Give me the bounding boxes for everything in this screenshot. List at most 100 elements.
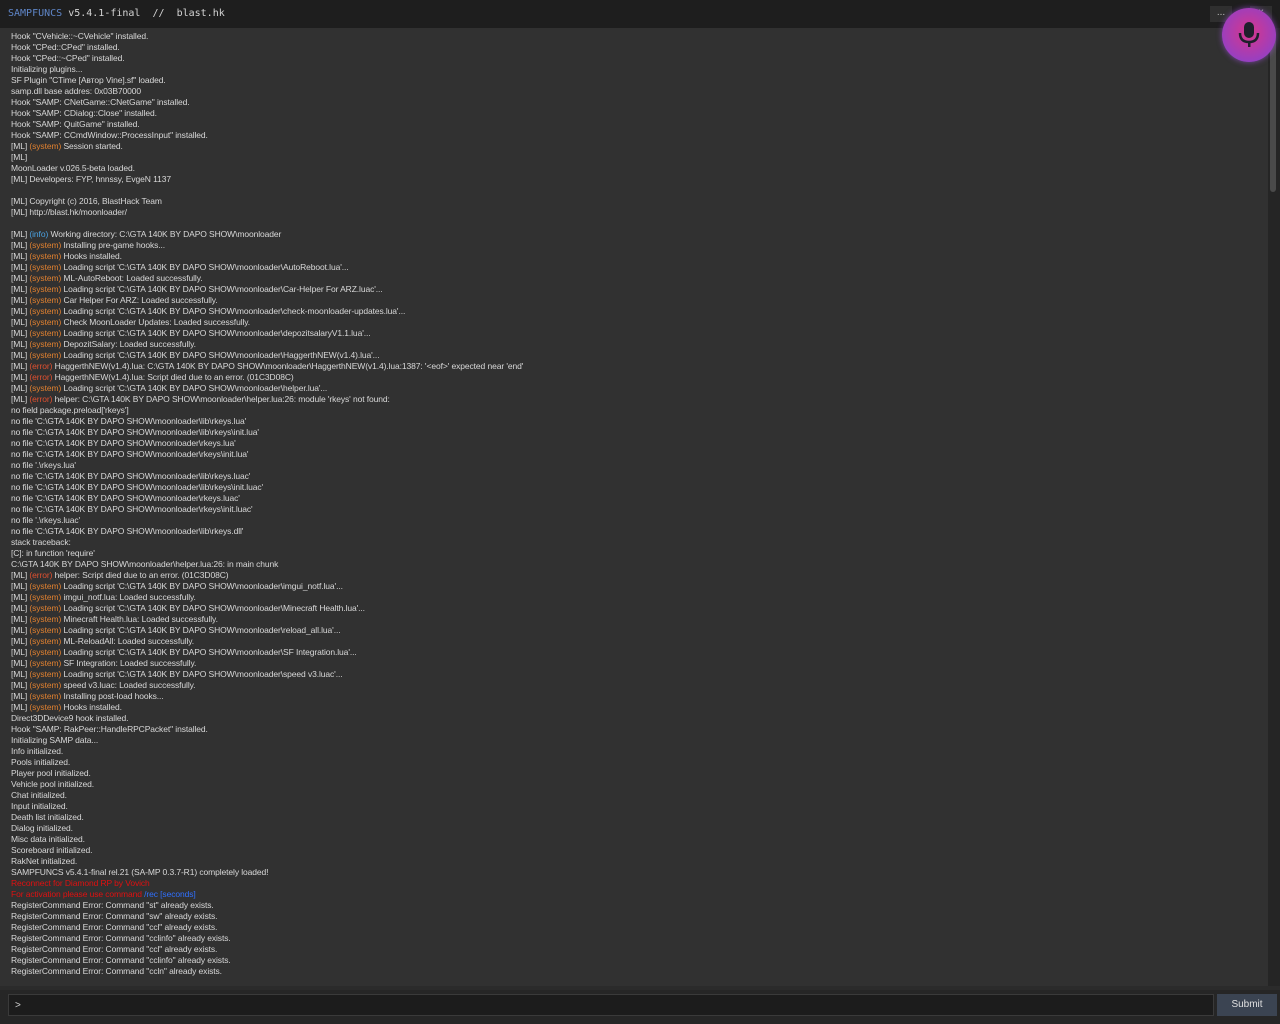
console-line: [ML] (error) HaggerthNEW(v1.4).lua: C:\G… <box>11 361 523 372</box>
console-line: [ML] (error) HaggerthNEW(v1.4).lua: Scri… <box>11 372 523 383</box>
console-text: Check MoonLoader Updates: Loaded success… <box>61 317 251 327</box>
console-text: /rec [seconds] <box>144 889 196 899</box>
console-text: Hook "SAMP: CDialog::Close" installed. <box>11 108 157 118</box>
console-text: DepozitSalary: Loaded successfully. <box>61 339 196 349</box>
console-line: [ML] (system) ML-AutoReboot: Loaded succ… <box>11 273 523 284</box>
console-text: Loading script 'C:\GTA 140K BY DAPO SHOW… <box>61 603 365 613</box>
console-text: RegisterCommand Error: Command "cclinfo"… <box>11 955 231 965</box>
console-line: [ML] (system) Check MoonLoader Updates: … <box>11 317 523 328</box>
console-text: [ML] <box>11 570 30 580</box>
console-text: [ML] <box>11 306 30 316</box>
console-text: Input initialized. <box>11 801 68 811</box>
command-input[interactable]: > <box>8 994 1214 1016</box>
console-text: (info) <box>29 229 49 239</box>
console-line: [ML] (system) Loading script 'C:\GTA 140… <box>11 647 523 658</box>
console-text: (error) <box>29 394 53 404</box>
console-text: (error) <box>29 361 53 371</box>
console-text: no file 'C:\GTA 140K BY DAPO SHOW\moonlo… <box>11 526 244 536</box>
console-text: [ML] <box>11 317 30 327</box>
console-text: no file '.\rkeys.luac' <box>11 515 81 525</box>
console-text: [ML] <box>11 603 30 613</box>
console-line: no file 'C:\GTA 140K BY DAPO SHOW\moonlo… <box>11 427 523 438</box>
console-text: [ML] <box>11 394 30 404</box>
console-text: (system) <box>29 669 62 679</box>
console-text: (system) <box>29 625 62 635</box>
console-text: [ML] <box>11 636 30 646</box>
console-text: [ML] Copyright (c) 2016, BlastHack Team <box>11 196 162 206</box>
console-text: RegisterCommand Error: Command "ccln" al… <box>11 966 222 976</box>
console-text: Loading script 'C:\GTA 140K BY DAPO SHOW… <box>61 581 343 591</box>
console-line: [ML] Developers: FYP, hnnssy, EvgeN 1137 <box>11 174 523 185</box>
console-text: Misc data initialized. <box>11 834 85 844</box>
console-text: [ML] <box>11 229 30 239</box>
console-line: [ML] (system) imgui_notf.lua: Loaded suc… <box>11 592 523 603</box>
console-text: Initializing SAMP data... <box>11 735 99 745</box>
console-text: no file 'C:\GTA 140K BY DAPO SHOW\moonlo… <box>11 438 236 448</box>
console-line: C:\GTA 140K BY DAPO SHOW\moonloader\help… <box>11 559 523 570</box>
console-line: [ML] (system) Loading script 'C:\GTA 140… <box>11 625 523 636</box>
console-text: [ML] <box>11 691 30 701</box>
console-text: Chat initialized. <box>11 790 67 800</box>
console-text: no file 'C:\GTA 140K BY DAPO SHOW\moonlo… <box>11 504 253 514</box>
console-text: [ML] <box>11 240 30 250</box>
console-line: no file 'C:\GTA 140K BY DAPO SHOW\moonlo… <box>11 526 523 537</box>
console-line: [ML] Copyright (c) 2016, BlastHack Team <box>11 196 523 207</box>
console-text: (system) <box>29 702 62 712</box>
console-text: Loading script 'C:\GTA 140K BY DAPO SHOW… <box>61 383 328 393</box>
console-line: RegisterCommand Error: Command "ccl" alr… <box>11 944 523 955</box>
console-text: [ML] <box>11 625 30 635</box>
microphone-button[interactable] <box>1222 8 1276 62</box>
console-text: (system) <box>29 592 62 602</box>
console-scrollbar[interactable] <box>1268 28 1280 986</box>
console-text: (system) <box>29 240 62 250</box>
console-text: [ML] <box>11 295 30 305</box>
console-text: For activation please use command <box>11 889 145 899</box>
console-text: Hook "CPed::CPed" installed. <box>11 42 120 52</box>
console-line: [C]: in function 'require' <box>11 548 523 559</box>
console-text: Reconnect for Diamond RP by Vovich <box>11 878 150 888</box>
console-text: Loading script 'C:\GTA 140K BY DAPO SHOW… <box>61 647 357 657</box>
console-line: Vehicle pool initialized. <box>11 779 523 790</box>
console-text: [ML] <box>11 647 30 657</box>
console-text: Loading script 'C:\GTA 140K BY DAPO SHOW… <box>61 262 349 272</box>
console-text: helper: C:\GTA 140K BY DAPO SHOW\moonloa… <box>52 394 390 404</box>
submit-button[interactable]: Submit <box>1217 994 1277 1016</box>
window-title: SAMPFUNCS v5.4.1-final // blast.hk <box>8 8 225 19</box>
console-text: Loading script 'C:\GTA 140K BY DAPO SHOW… <box>61 625 341 635</box>
console-text: Loading script 'C:\GTA 140K BY DAPO SHOW… <box>61 328 371 338</box>
console-text: no field package.preload['rkeys'] <box>11 405 129 415</box>
console-line: MoonLoader v.026.5-beta loaded. <box>11 163 523 174</box>
console-text: (system) <box>29 647 62 657</box>
console-text: [C]: in function 'require' <box>11 548 95 558</box>
console-line: [ML] (system) Loading script 'C:\GTA 140… <box>11 603 523 614</box>
console-text: (system) <box>29 273 62 283</box>
console-text: HaggerthNEW(v1.4).lua: Script died due t… <box>52 372 294 382</box>
console-text: RegisterCommand Error: Command "ccl" alr… <box>11 944 218 954</box>
console-text: Initializing plugins... <box>11 64 83 74</box>
scrollbar-thumb[interactable] <box>1270 32 1276 192</box>
console-line: Reconnect for Diamond RP by Vovich <box>11 878 523 889</box>
console-text: HaggerthNEW(v1.4).lua: C:\GTA 140K BY DA… <box>52 361 524 371</box>
console-text: Session started. <box>61 141 123 151</box>
console-text: [ML] <box>11 284 30 294</box>
console-text: [ML] <box>11 350 30 360</box>
console-line: Hook "SAMP: CDialog::Close" installed. <box>11 108 523 119</box>
console-text: (system) <box>29 317 62 327</box>
console-line: [ML] (system) Loading script 'C:\GTA 140… <box>11 383 523 394</box>
console-text: [ML] <box>11 251 30 261</box>
console-line: For activation please use command /rec [… <box>11 889 523 900</box>
console-text: Pools initialized. <box>11 757 71 767</box>
console-output: Hook "CVehicle::~CVehicle" installed. Hoo… <box>0 28 1268 986</box>
console-line: SF Plugin "CTime [Автор Vine].sf" loaded… <box>11 75 523 86</box>
console-text: Hook "SAMP: CCmdWindow::ProcessInput" in… <box>11 130 208 140</box>
console-line: no file 'C:\GTA 140K BY DAPO SHOW\moonlo… <box>11 449 523 460</box>
console-line: no file 'C:\GTA 140K BY DAPO SHOW\moonlo… <box>11 416 523 427</box>
console-line: RegisterCommand Error: Command "ccl" alr… <box>11 922 523 933</box>
console-line: Pools initialized. <box>11 757 523 768</box>
console-line: [ML] (error) helper: C:\GTA 140K BY DAPO… <box>11 394 523 405</box>
console-line: [ML] (system) Hooks installed. <box>11 251 523 262</box>
console-line: [ML] (info) Working directory: C:\GTA 14… <box>11 229 523 240</box>
console-line: RegisterCommand Error: Command "cclinfo"… <box>11 933 523 944</box>
console-text: Hooks installed. <box>61 702 122 712</box>
